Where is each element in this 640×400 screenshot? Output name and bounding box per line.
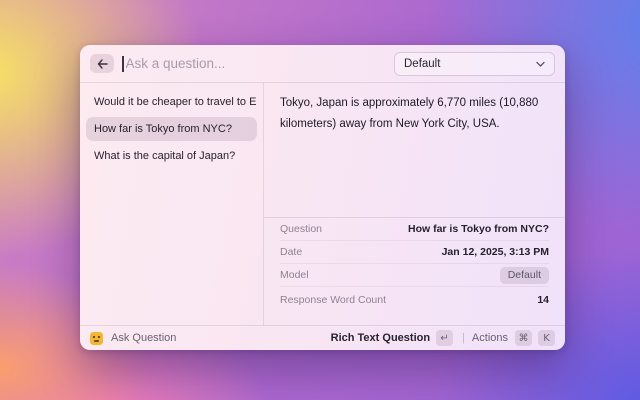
footer-divider: | <box>462 332 465 344</box>
answer-text: Tokyo, Japan is approximately 6,770 mile… <box>264 83 565 217</box>
metadata-row-question: Question How far is Tokyo from NYC? <box>280 218 549 241</box>
footer-actions: Rich Text Question ↵ | Actions ⌘ K <box>331 330 555 346</box>
content-area: Would it be cheaper to travel to Euro...… <box>80 83 565 325</box>
primary-action-button[interactable]: Rich Text Question <box>331 332 430 344</box>
metadata-value: How far is Tokyo from NYC? <box>408 223 549 235</box>
text-cursor <box>122 56 124 72</box>
list-item-question-2-selected[interactable]: How far is Tokyo from NYC? <box>86 117 257 141</box>
model-dropdown[interactable]: Default <box>394 52 555 76</box>
metadata-label: Response Word Count <box>280 294 386 306</box>
back-arrow-icon <box>97 59 108 69</box>
question-list: Would it be cheaper to travel to Euro...… <box>80 83 264 325</box>
list-item-question-3[interactable]: What is the capital of Japan? <box>86 144 257 168</box>
metadata-value: 14 <box>537 294 549 306</box>
actions-menu-button[interactable]: Actions <box>472 332 508 344</box>
question-input[interactable]: Ask a question... <box>126 56 395 71</box>
model-dropdown-value: Default <box>404 58 536 70</box>
status-bar: Ask Question Rich Text Question ↵ | Acti… <box>80 325 565 350</box>
model-badge: Default <box>500 267 549 284</box>
metadata-section: Question How far is Tokyo from NYC? Date… <box>264 217 565 325</box>
command-name: Ask Question <box>111 332 176 344</box>
metadata-label: Model <box>280 269 309 281</box>
metadata-label: Date <box>280 246 302 258</box>
detail-panel: Tokyo, Japan is approximately 6,770 mile… <box>264 83 565 325</box>
back-button[interactable] <box>90 54 114 73</box>
chevron-down-icon <box>536 61 545 67</box>
metadata-row-date: Date Jan 12, 2025, 3:13 PM <box>280 241 549 264</box>
ask-question-app-icon <box>90 332 103 345</box>
metadata-row-word-count: Response Word Count 14 <box>280 287 549 313</box>
list-item-question-1[interactable]: Would it be cheaper to travel to Euro... <box>86 90 257 114</box>
raycast-window: Ask a question... Default Would it be ch… <box>80 45 565 350</box>
metadata-row-model: Model Default <box>280 264 549 287</box>
enter-key-icon: ↵ <box>436 330 453 346</box>
k-key-icon: K <box>538 330 555 346</box>
command-key-icon: ⌘ <box>515 330 532 346</box>
metadata-label: Question <box>280 223 322 235</box>
metadata-value: Jan 12, 2025, 3:13 PM <box>442 246 549 258</box>
top-bar: Ask a question... Default <box>80 45 565 83</box>
